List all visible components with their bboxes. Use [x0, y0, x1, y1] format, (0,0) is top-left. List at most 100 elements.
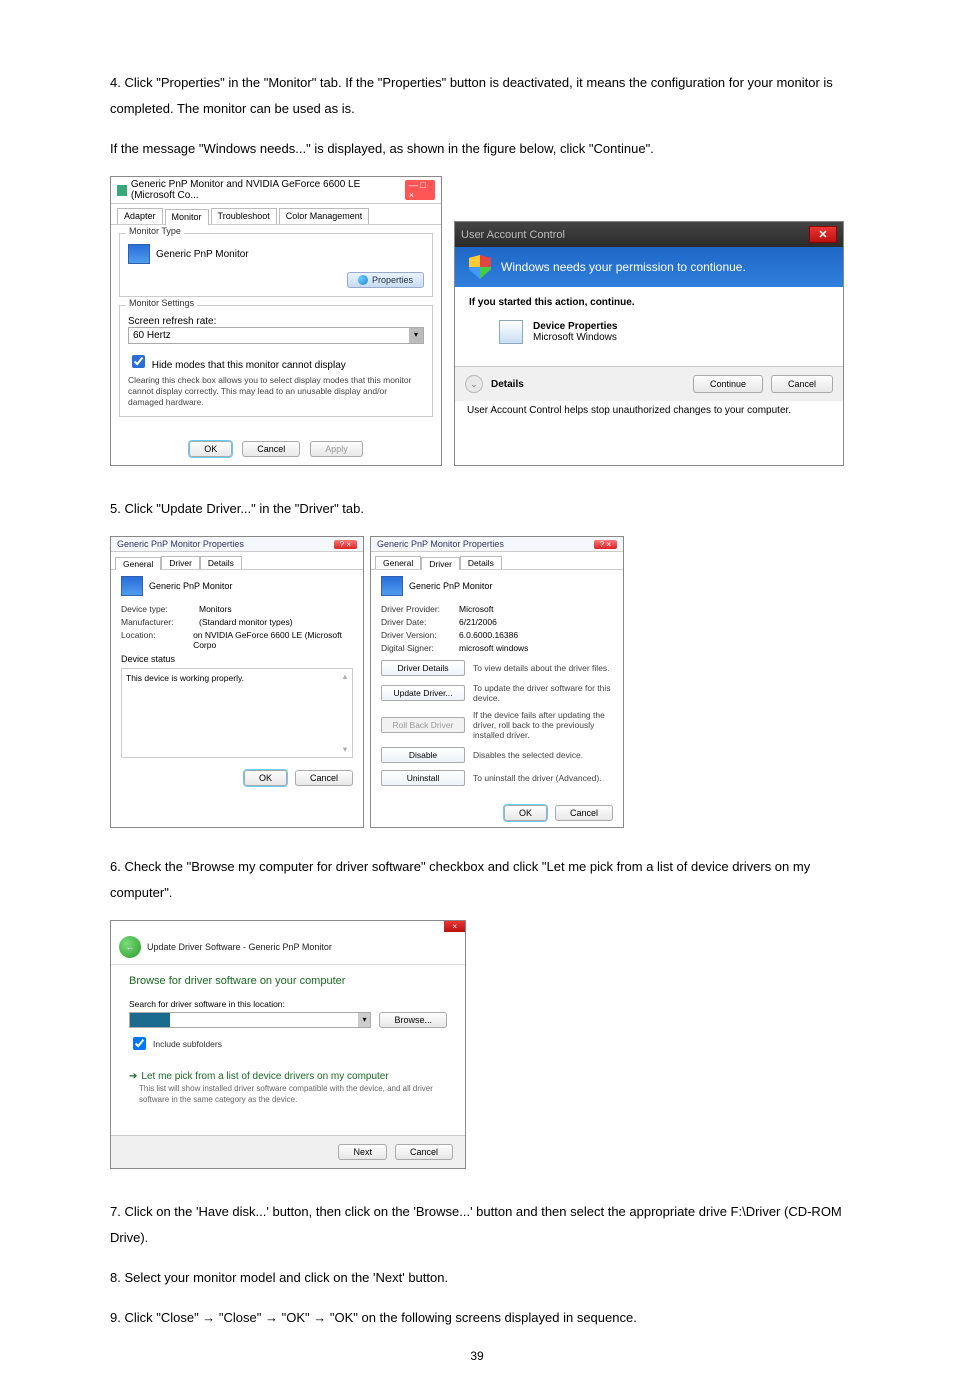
monitor-prop-general-dialog: Generic PnP Monitor Properties ? × Gener… [110, 536, 364, 828]
window-buttons-icon[interactable]: ? × [334, 540, 357, 549]
uninstall-button[interactable]: Uninstall [381, 770, 465, 786]
monitor-name: Generic PnP Monitor [156, 249, 249, 260]
hide-modes-description: Clearing this check box allows you to se… [128, 375, 424, 408]
device-name: Generic PnP Monitor [409, 581, 492, 591]
dialog-title: Generic PnP Monitor Properties [117, 539, 244, 549]
figure-step6: × ← Update Driver Software - Generic PnP… [110, 920, 854, 1169]
figure-step4: Generic PnP Monitor and NVIDIA GeForce 6… [110, 176, 854, 466]
figure-step5: Generic PnP Monitor Properties ? × Gener… [110, 536, 854, 828]
ok-button[interactable]: OK [189, 441, 232, 457]
chevron-down-icon: ▾ [358, 1013, 370, 1027]
let-me-pick-desc: This list will show installed driver sof… [139, 1084, 447, 1105]
disable-desc: Disables the selected device. [473, 750, 613, 760]
step7-text: 7. Click on the 'Have disk...' button, t… [110, 1199, 854, 1251]
monitor-icon [121, 576, 143, 596]
browse-button[interactable]: Browse... [379, 1012, 447, 1028]
hide-modes-checkbox[interactable] [132, 355, 145, 368]
driver-version-value: 6.0.6000.16386 [459, 630, 518, 640]
update-driver-desc: To update the driver software for this d… [473, 683, 613, 703]
apply-button[interactable]: Apply [310, 441, 363, 457]
driver-provider-value: Microsoft [459, 604, 493, 614]
tab-monitor[interactable]: Monitor [165, 209, 209, 225]
tab-troubleshoot[interactable]: Troubleshoot [211, 208, 277, 224]
monitor-type-legend: Monitor Type [126, 226, 184, 236]
cancel-button[interactable]: Cancel [555, 805, 613, 821]
rollback-driver-desc: If the device fails after updating the d… [473, 710, 613, 740]
cancel-button[interactable]: Cancel [242, 441, 300, 457]
window-icon [117, 185, 127, 196]
step4-text: 4. Click "Properties" in the "Monitor" t… [110, 70, 854, 122]
step4b-text: If the message "Windows needs..." is dis… [110, 136, 854, 162]
ok-button[interactable]: OK [244, 770, 287, 786]
tab-driver[interactable]: Driver [161, 556, 200, 569]
properties-button[interactable]: Properties [347, 272, 424, 288]
chevron-down-icon: ▾ [409, 328, 423, 343]
arrow-right-icon: ➔ [129, 1071, 137, 1082]
monitor-settings-legend: Monitor Settings [126, 298, 197, 308]
tab-driver[interactable]: Driver [421, 557, 460, 570]
step9-text: 9. Click "Close" → "Close" → "OK" → "OK"… [110, 1305, 854, 1331]
manufacturer-label: Manufacturer: [121, 617, 193, 627]
continue-button[interactable]: Continue [693, 375, 763, 393]
uac-details-button[interactable]: Details [491, 379, 524, 390]
close-icon[interactable]: × [444, 921, 465, 932]
uac-shield-icon [469, 255, 491, 279]
step5-text: 5. Click "Update Driver..." in the "Driv… [110, 496, 854, 522]
update-driver-button[interactable]: Update Driver... [381, 685, 465, 701]
device-status-box: This device is working properly. ▴▾ [121, 668, 353, 758]
step6-text: 6. Check the "Browse my computer for dri… [110, 854, 854, 906]
update-driver-dialog: × ← Update Driver Software - Generic PnP… [110, 920, 466, 1169]
rollback-driver-button[interactable]: Roll Back Driver [381, 717, 465, 733]
tab-general[interactable]: General [375, 556, 421, 569]
device-name: Generic PnP Monitor [149, 581, 232, 591]
step8-text: 8. Select your monitor model and click o… [110, 1265, 854, 1291]
ok-button[interactable]: OK [504, 805, 547, 821]
window-buttons-icon[interactable]: ? × [594, 540, 617, 549]
include-subfolders-checkbox[interactable] [133, 1037, 146, 1050]
uac-ifyou: If you started this action, continue. [469, 297, 829, 308]
device-type-value: Monitors [199, 604, 232, 614]
device-status-label: Device status [121, 654, 353, 664]
driver-details-button[interactable]: Driver Details [381, 660, 465, 676]
let-me-pick-link[interactable]: ➔ Let me pick from a list of device driv… [129, 1071, 447, 1082]
tab-color-management[interactable]: Color Management [279, 208, 370, 224]
cancel-button[interactable]: Cancel [295, 770, 353, 786]
location-label: Location: [121, 630, 187, 650]
back-arrow-icon[interactable]: ← [119, 936, 141, 958]
tab-adapter[interactable]: Adapter [117, 208, 163, 224]
next-button[interactable]: Next [338, 1144, 387, 1160]
hide-modes-label: Hide modes that this monitor cannot disp… [152, 360, 346, 371]
uac-dialog: User Account Control ✕ Windows needs you… [454, 221, 844, 466]
location-input[interactable]: ▾ [129, 1012, 371, 1028]
cancel-button[interactable]: Cancel [771, 375, 833, 393]
breadcrumb: Update Driver Software - Generic PnP Mon… [147, 942, 332, 952]
close-icon[interactable]: ✕ [809, 226, 837, 243]
driver-version-label: Driver Version: [381, 630, 453, 640]
tab-details[interactable]: Details [460, 556, 502, 569]
driver-date-value: 6/21/2006 [459, 617, 497, 627]
digital-signer-label: Digital Signer: [381, 643, 453, 653]
driver-provider-label: Driver Provider: [381, 604, 453, 614]
scrollbar-icon[interactable]: ▴▾ [340, 671, 350, 755]
program-icon [499, 320, 523, 344]
tab-general[interactable]: General [115, 557, 161, 570]
uac-title: User Account Control [461, 229, 565, 241]
driver-date-label: Driver Date: [381, 617, 453, 627]
uac-footer-message: User Account Control helps stop unauthor… [455, 401, 843, 428]
device-status-text: This device is working properly. [126, 673, 244, 683]
shield-icon [358, 275, 368, 285]
uninstall-desc: To uninstall the driver (Advanced). [473, 773, 613, 783]
disable-button[interactable]: Disable [381, 747, 465, 763]
chevron-down-icon[interactable]: ⌄ [465, 375, 483, 393]
tab-details[interactable]: Details [200, 556, 242, 569]
search-location-label: Search for driver software in this locat… [129, 999, 447, 1009]
cancel-button[interactable]: Cancel [395, 1144, 453, 1160]
refresh-rate-select[interactable]: 60 Hertz ▾ [128, 327, 424, 344]
browse-heading: Browse for driver software on your compu… [129, 975, 447, 987]
digital-signer-value: microsoft windows [459, 643, 528, 653]
dialog-title: Generic PnP Monitor and NVIDIA GeForce 6… [131, 179, 401, 201]
manufacturer-value: (Standard monitor types) [199, 617, 293, 627]
refresh-rate-value: 60 Hertz [129, 328, 409, 343]
window-buttons-icon[interactable]: — □ × [405, 180, 435, 200]
location-value: on NVIDIA GeForce 6600 LE (Microsoft Cor… [193, 630, 353, 650]
